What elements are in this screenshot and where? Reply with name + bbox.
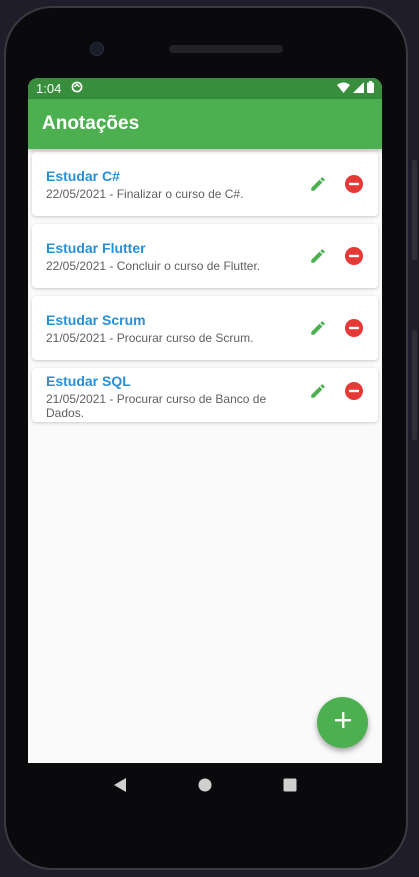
note-actions <box>308 296 364 360</box>
remove-circle-icon[interactable] <box>344 381 364 401</box>
earpiece-speaker <box>169 45 283 53</box>
list-item[interactable]: Estudar C# 22/05/2021 - Finalizar o curs… <box>32 152 378 216</box>
list-item[interactable]: Estudar Flutter 22/05/2021 - Concluir o … <box>32 224 378 288</box>
volume-button <box>412 160 417 260</box>
device-frame-background: 1:04 Anotações Estudar C# 22/05/2021 - F… <box>0 0 419 877</box>
page-title: Anotações <box>42 113 140 134</box>
list-item[interactable]: Estudar Scrum 21/05/2021 - Procurar curs… <box>32 296 378 360</box>
remove-circle-icon[interactable] <box>344 318 364 338</box>
triangle-back-icon[interactable] <box>110 775 130 795</box>
note-title: Estudar SQL <box>46 373 131 389</box>
power-button <box>412 330 417 440</box>
remove-circle-icon[interactable] <box>344 246 364 266</box>
plus-icon <box>334 711 352 734</box>
circle-home-icon[interactable] <box>195 775 215 795</box>
add-note-button[interactable] <box>317 697 368 748</box>
pencil-icon[interactable] <box>308 246 328 266</box>
note-actions <box>308 152 364 216</box>
list-item[interactable]: Estudar SQL 21/05/2021 - Procurar curso … <box>32 368 378 422</box>
pencil-icon[interactable] <box>308 318 328 338</box>
note-title: Estudar Flutter <box>46 239 146 256</box>
status-bar: 1:04 <box>28 78 382 99</box>
sync-icon <box>71 81 83 96</box>
battery-icon <box>367 81 374 96</box>
front-camera <box>90 42 104 56</box>
status-time: 1:04 <box>36 81 62 96</box>
system-nav-bar <box>28 763 382 807</box>
signal-icon <box>353 81 364 96</box>
note-actions <box>308 360 364 422</box>
note-subtitle: 22/05/2021 - Finalizar o curso de C#. <box>46 186 244 201</box>
app-screen: 1:04 Anotações Estudar C# 22/05/2021 - F… <box>28 78 382 763</box>
remove-circle-icon[interactable] <box>344 174 364 194</box>
notes-list: Estudar C# 22/05/2021 - Finalizar o curs… <box>28 149 382 422</box>
note-title: Estudar C# <box>46 167 120 184</box>
note-subtitle: 21/05/2021 - Procurar curso de Banco de … <box>46 392 267 420</box>
square-recents-icon[interactable] <box>280 775 300 795</box>
note-title: Estudar Scrum <box>46 311 146 328</box>
wifi-icon <box>337 81 350 96</box>
app-bar: Anotações <box>28 99 382 149</box>
note-subtitle: 22/05/2021 - Concluir o curso de Flutter… <box>46 258 261 273</box>
note-actions <box>308 224 364 288</box>
pencil-icon[interactable] <box>308 174 328 194</box>
pencil-icon[interactable] <box>308 381 328 401</box>
note-subtitle: 21/05/2021 - Procurar curso de Scrum. <box>46 330 254 345</box>
